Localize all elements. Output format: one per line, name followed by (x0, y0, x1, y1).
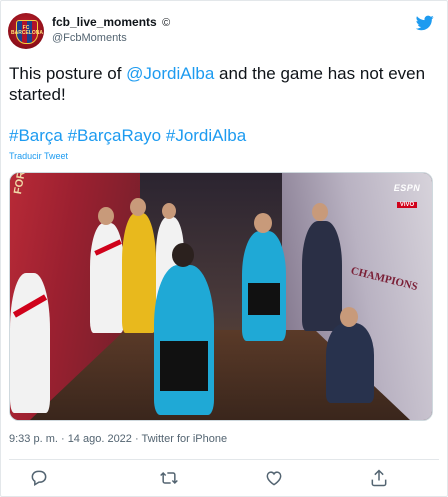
retweet-button[interactable] (159, 468, 179, 488)
reply-button[interactable] (29, 468, 49, 488)
translate-tweet-link[interactable]: Traducir Tweet (9, 151, 68, 161)
broadcaster-logo: ESPN VIVO (390, 183, 424, 211)
reply-icon (31, 470, 47, 486)
account-handle[interactable]: @FcbMoments (52, 31, 170, 45)
account-names: fcb_live_moments © @FcbMoments (52, 15, 170, 45)
seated-player-figure (326, 323, 374, 403)
espn-logo: ESPN (393, 183, 421, 193)
goalkeeper-figure (122, 213, 156, 333)
seated-player-head (340, 307, 358, 327)
divider (9, 459, 439, 460)
tweet-header: FC BARCELONA fcb_live_moments © @FcbMome… (8, 13, 438, 49)
goalkeeper-head (130, 198, 146, 216)
mention-link[interactable]: @JordiAlba (126, 64, 214, 83)
live-badge: VIVO (396, 202, 418, 208)
player-head (312, 203, 328, 221)
tweet-text-start: This posture of (9, 64, 127, 83)
tweet-actions (9, 466, 439, 490)
tweet-card: FC BARCELONA fcb_live_moments © @FcbMome… (0, 0, 448, 497)
display-name[interactable]: fcb_live_moments © (52, 15, 170, 31)
referee-shorts (248, 283, 280, 315)
share-icon (371, 469, 387, 487)
tweet-timestamp[interactable]: 9:33 p. m. · 14 ago. 2022 · Twitter for … (9, 433, 227, 445)
referee-shorts (160, 341, 208, 391)
display-name-text: fcb_live_moments (52, 15, 157, 29)
tweet-media[interactable]: FORÇA CHAMPIONS ESPN VIVO (9, 172, 433, 421)
retweet-icon (160, 471, 178, 485)
tweet-text: This posture of @JordiAlba and the game … (9, 63, 439, 105)
player-head (98, 207, 114, 225)
referee-head (254, 213, 272, 233)
referee-figure (154, 265, 214, 415)
like-button[interactable] (264, 468, 284, 488)
player-head (162, 203, 176, 219)
twitter-bird-icon[interactable] (416, 15, 434, 31)
avatar[interactable]: FC BARCELONA (8, 13, 44, 49)
share-button[interactable] (369, 468, 389, 488)
hashtag-links[interactable]: #Barça #BarçaRayo #JordiAlba (9, 125, 246, 146)
like-icon (266, 471, 282, 486)
copyright-badge: © (162, 17, 171, 29)
player-figure (302, 221, 342, 331)
referee-head (172, 243, 194, 267)
avatar-label: FC BARCELONA (11, 25, 43, 36)
